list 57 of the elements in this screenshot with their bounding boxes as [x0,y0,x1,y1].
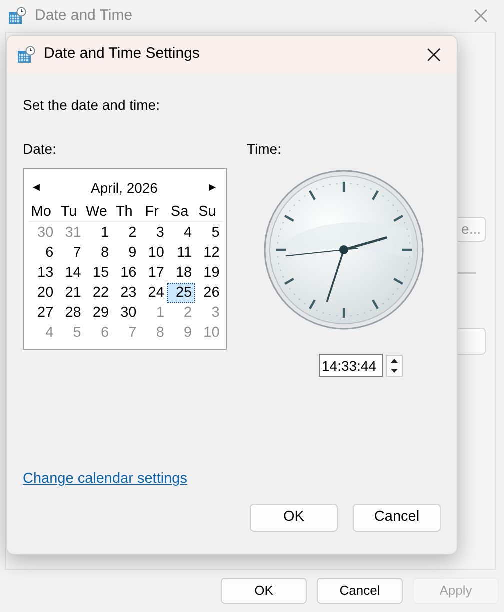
weekday-label: Th [112,202,140,222]
dialog-button[interactable]: OK [250,504,338,532]
calendar-day[interactable]: 23 [112,283,140,303]
weekday-label: Su [195,202,223,222]
weekday-label: We [84,202,112,222]
calendar-day[interactable]: 2 [112,223,140,243]
calendar-day[interactable]: 28 [56,303,84,323]
calendar-day[interactable]: 13 [29,263,57,283]
dialog-button[interactable]: OK [221,578,307,604]
calendar-day[interactable]: 9 [112,243,140,263]
close-icon[interactable] [427,48,441,62]
calendar-day[interactable]: 3 [140,223,168,243]
calendar-day[interactable]: 20 [29,283,57,303]
weekday-label: Mo [29,202,57,222]
calendar-day[interactable]: 14 [56,263,84,283]
calendar-day[interactable]: 19 [195,263,223,283]
calendar-day[interactable]: 5 [195,223,223,243]
month-title: April, 2026 [91,178,158,198]
calendar-day[interactable]: 8 [84,243,112,263]
calendar-clock-icon [17,46,36,64]
calendar-day[interactable]: 12 [195,243,223,263]
calendar-day[interactable]: 29 [84,303,112,323]
down-arrow-icon[interactable] [391,368,398,372]
date-label: Date: [23,140,58,159]
weekday-label: Sa [167,202,196,222]
calendar-day[interactable]: 6 [29,243,57,263]
up-arrow-icon[interactable] [391,358,398,362]
prompt-text: Set the date and time: [23,96,161,115]
calendar-day[interactable]: 27 [29,303,57,323]
calendar-day[interactable]: 26 [195,283,223,303]
time-field[interactable]: 14:33:44 [319,354,383,377]
calendar-day[interactable]: 21 [56,283,84,303]
window-title: Date and Time [35,6,134,26]
calendar-day[interactable]: 24 [140,283,168,303]
dialog-button[interactable]: Cancel [353,504,441,532]
weekday-label: Tu [56,202,84,222]
calendar-day[interactable]: 1 [84,223,112,243]
calendar-day[interactable]: 30 [112,303,140,323]
dialog-button[interactable]: Cancel [317,578,403,604]
calendar-settings-link[interactable]: Change calendar settings [23,469,188,491]
calendar-day[interactable]: 22 [84,283,112,303]
dialog-title: Date and Time Settings [44,44,201,64]
prev-month-button[interactable]: ◀ [33,181,40,195]
calendar-day[interactable]: 4 [167,223,196,243]
calendar-day[interactable]: 18 [167,263,196,283]
time-spinner[interactable] [386,354,403,376]
calendar-clock-icon [8,7,27,25]
calendar-day[interactable]: 7 [56,243,84,263]
weekday-label: Fr [140,202,168,222]
calendar-day[interactable]: 15 [84,263,112,283]
time-label: Time: [247,140,282,159]
calendar-day[interactable]: 17 [140,263,168,283]
calendar-day[interactable]: 16 [112,263,140,283]
calendar-day[interactable]: 11 [167,243,196,263]
calendar-day[interactable]: 10 [140,243,168,263]
calendar-day[interactable]: 25 [167,283,196,303]
next-month-button[interactable]: ▶ [209,181,216,195]
